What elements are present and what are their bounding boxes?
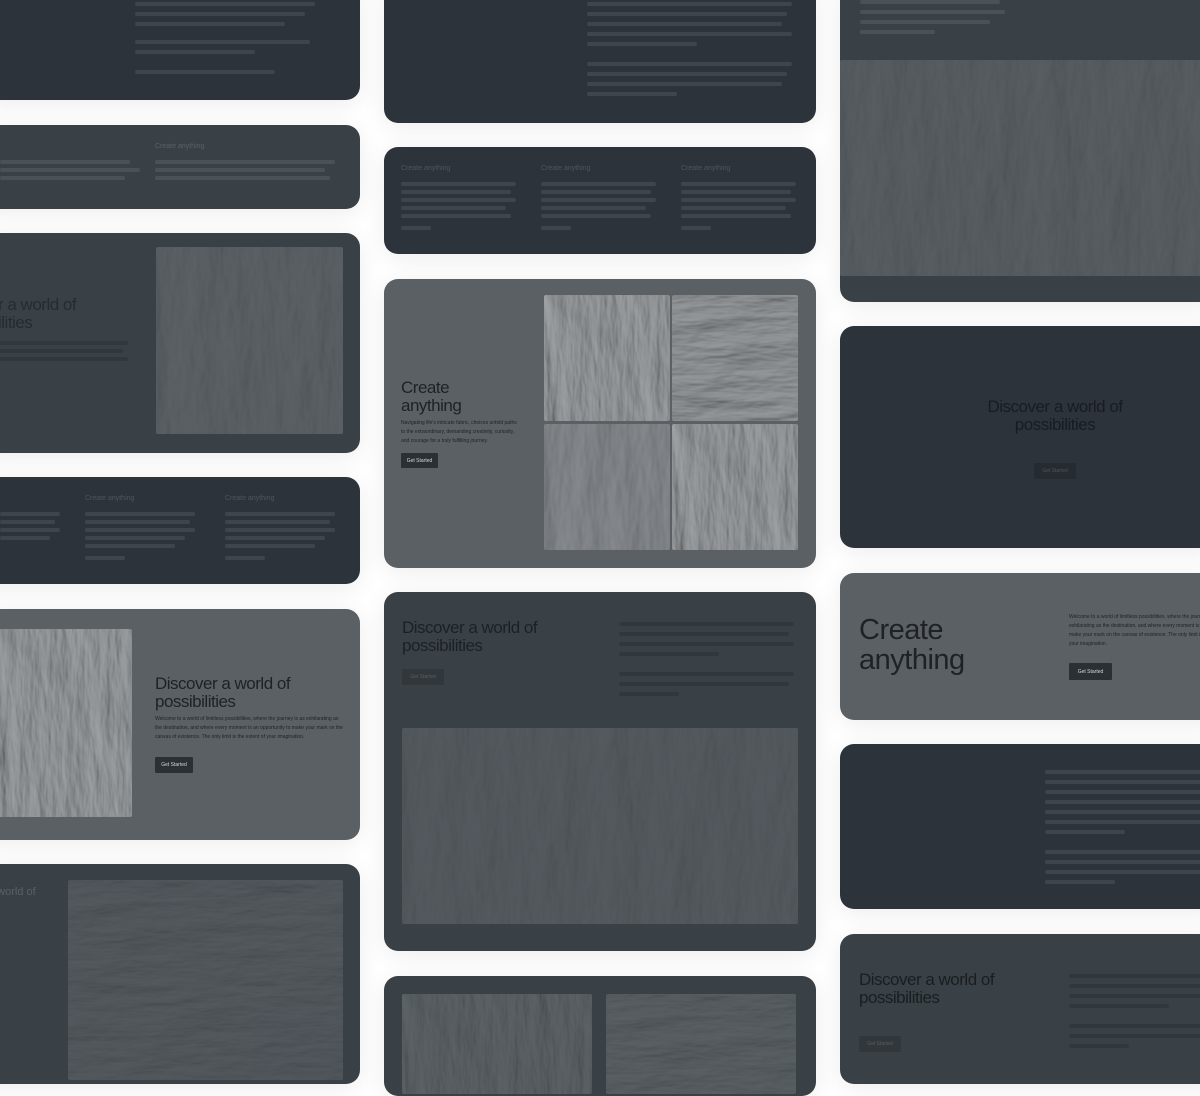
get-started-button[interactable]: Get Started bbox=[859, 1036, 901, 1052]
create-body: Navigating life's intricate fabric, choi… bbox=[401, 420, 517, 444]
bottom-right-heading: Discover a world of possibilities bbox=[859, 970, 995, 1007]
right-card-5: Discover a world of possibilities Get St… bbox=[840, 934, 1200, 1084]
hero-heading: Discover a world of possibilities bbox=[402, 618, 538, 655]
right-card-2: Discover a world of possibilities Get St… bbox=[840, 326, 1200, 548]
left-card-5: Discover a world of possibilities Welcom… bbox=[0, 609, 360, 840]
create-heading-large: Create anything bbox=[859, 614, 965, 677]
feature-body: Welcome to a world of limitless possibil… bbox=[155, 716, 343, 740]
hero-image bbox=[156, 247, 343, 434]
left-card-2: Create anything bbox=[0, 125, 360, 209]
cta-heading: Discover a world of possibilities bbox=[987, 397, 1123, 434]
hero-wide-image bbox=[402, 728, 798, 924]
grid-image-4 bbox=[672, 424, 798, 550]
feature-title-2: Create anything bbox=[225, 495, 275, 502]
feature-title-1: Create anything bbox=[85, 495, 135, 502]
feature-image bbox=[0, 629, 132, 817]
get-started-button[interactable]: Get Started bbox=[1069, 663, 1112, 680]
get-started-button[interactable]: Get Started bbox=[1034, 463, 1076, 479]
center-card-4: Discover a world of possibilities Get St… bbox=[384, 592, 816, 951]
right-card-1 bbox=[840, 0, 1200, 302]
left-card-4: Create anything Create anything bbox=[0, 477, 360, 584]
center-card-3: Create anything Navigating life's intric… bbox=[384, 279, 816, 568]
center-card-1 bbox=[384, 0, 816, 123]
grid-image-2 bbox=[672, 295, 798, 421]
right-card-4 bbox=[840, 744, 1200, 909]
left-card-1 bbox=[0, 0, 360, 100]
grid-image-1 bbox=[544, 295, 670, 421]
hero-heading-cut: r a world of ilities bbox=[0, 295, 77, 332]
texture-image bbox=[840, 60, 1200, 276]
bottom-heading-cut: a world of bbox=[0, 886, 36, 898]
feature-heading: Discover a world of possibilities bbox=[155, 674, 291, 711]
create-heading: Create anything bbox=[401, 378, 462, 415]
grid-image-3 bbox=[544, 424, 670, 550]
center-card-5 bbox=[384, 976, 816, 1096]
left-card-3: r a world of ilities bbox=[0, 233, 360, 453]
bottom-image-1 bbox=[402, 994, 592, 1094]
create-body-right: Welcome to a world of limitless possibil… bbox=[1069, 614, 1200, 647]
get-started-button[interactable]: Get Started bbox=[401, 453, 438, 468]
bottom-image-2 bbox=[606, 994, 796, 1094]
center-card-2: Create anything Create anything Create a… bbox=[384, 147, 816, 254]
feature-title: Create anything bbox=[155, 143, 205, 150]
get-started-button[interactable]: Get Started bbox=[155, 757, 193, 773]
left-card-6: a world of bbox=[0, 864, 360, 1084]
gallery-image bbox=[68, 880, 343, 1080]
feature-title-b: Create anything bbox=[541, 165, 591, 172]
right-card-3: Create anything Welcome to a world of li… bbox=[840, 573, 1200, 720]
feature-title-a: Create anything bbox=[401, 165, 451, 172]
get-started-button[interactable]: Get Started bbox=[402, 669, 444, 685]
feature-title-c: Create anything bbox=[681, 165, 731, 172]
